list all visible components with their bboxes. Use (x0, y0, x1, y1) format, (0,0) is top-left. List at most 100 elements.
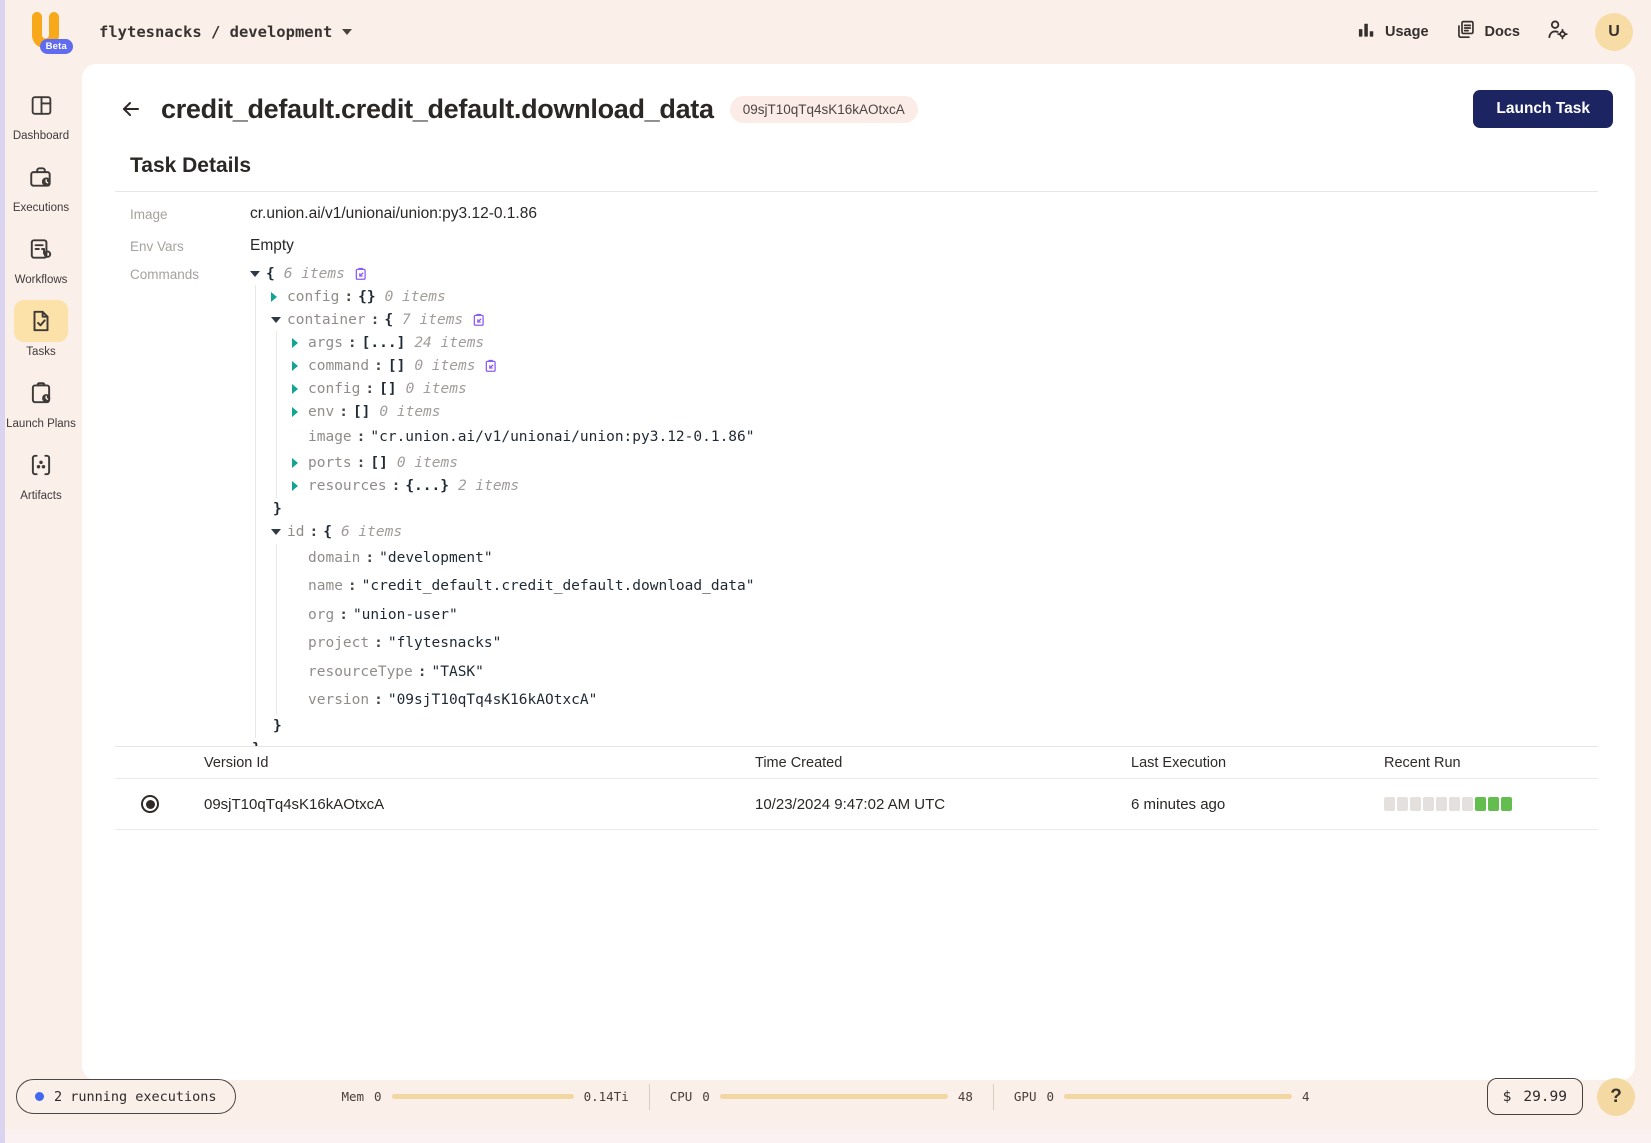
arrow-left-icon (119, 97, 143, 121)
json-value: "union-user" (353, 607, 458, 623)
json-items-count: 7 items (402, 312, 463, 328)
avatar[interactable]: U (1595, 13, 1633, 51)
json-punct: [] (379, 381, 396, 397)
json-punct: { (323, 524, 332, 540)
json-tree-row: name:"credit_default.credit_default.down… (292, 572, 1598, 601)
env-vars-value: Empty (250, 237, 1598, 255)
json-tree-row: id:{6 items (271, 521, 1598, 544)
json-tree-row: org:"union-user" (292, 601, 1598, 630)
json-key: name (308, 578, 343, 594)
copy-icon[interactable] (484, 359, 498, 373)
toggle-expanded-icon[interactable] (271, 317, 287, 323)
toggle-collapsed-icon[interactable] (292, 407, 308, 417)
json-tree-row: config:{}0 items (271, 285, 1598, 308)
user-settings-button[interactable] (1546, 18, 1569, 46)
json-items-count: 0 items (397, 455, 458, 471)
meter-gpu: GPU04 (1014, 1089, 1310, 1104)
sidebar-item-label: Executions (13, 202, 69, 215)
usage-link[interactable]: Usage (1356, 20, 1429, 45)
docs-link[interactable]: Docs (1455, 19, 1520, 45)
meter-separator (649, 1084, 650, 1110)
json-punct: { (266, 266, 275, 282)
json-key: args (308, 335, 343, 351)
cost-button[interactable]: $ 29.99 (1487, 1078, 1583, 1115)
json-punct: {...} (405, 478, 449, 494)
copy-icon[interactable] (354, 267, 368, 281)
json-key: project (308, 635, 369, 651)
main-panel: credit_default.credit_default.download_d… (82, 64, 1635, 1080)
sidebar-item-tasks[interactable]: Tasks (3, 300, 79, 359)
docs-label: Docs (1485, 24, 1520, 40)
json-punct: [] (370, 455, 387, 471)
sidebar-item-executions[interactable]: Executions (3, 156, 79, 215)
meter-cpu: CPU048 (670, 1089, 973, 1104)
back-button[interactable] (117, 95, 145, 123)
run-status-success[interactable] (1488, 797, 1499, 811)
run-status-success[interactable] (1501, 797, 1512, 811)
run-status-idle[interactable] (1410, 797, 1421, 811)
json-key: command (308, 358, 369, 374)
meter-min: 0 (1046, 1089, 1054, 1104)
json-key: image (308, 429, 352, 445)
last-execution-cell: 6 minutes ago (1131, 796, 1384, 813)
project-domain-selector[interactable]: flytesnacks / development (99, 23, 352, 41)
union-logo[interactable]: Beta (25, 11, 65, 53)
meter-name: CPU (670, 1089, 693, 1104)
usage-icon (1356, 20, 1376, 45)
sidebar-item-launch-plans[interactable]: Launch Plans (3, 372, 79, 431)
run-status-idle[interactable] (1423, 797, 1434, 811)
running-dot-icon (35, 1092, 44, 1101)
run-status-idle[interactable] (1462, 797, 1473, 811)
beta-badge: Beta (40, 39, 73, 54)
sidebar-item-dashboard[interactable]: Dashboard (3, 84, 79, 143)
sidebar-item-label: Launch Plans (6, 418, 76, 431)
run-status-idle[interactable] (1384, 797, 1395, 811)
column-header-last-execution: Last Execution (1131, 755, 1384, 771)
json-key: org (308, 607, 334, 623)
json-scope: config:{}0 itemscontainer:{7 itemsargs:[… (255, 285, 1598, 738)
json-items-count: 6 items (284, 266, 345, 282)
version-radio-selected[interactable] (141, 795, 159, 813)
json-tree-row: ports:[]0 items (292, 452, 1598, 475)
run-status-idle[interactable] (1397, 797, 1408, 811)
time-created-cell: 10/23/2024 9:47:02 AM UTC (755, 796, 1131, 813)
usage-label: Usage (1385, 24, 1429, 40)
json-tree-row: domain:"development" (292, 544, 1598, 573)
meter-name: GPU (1014, 1089, 1037, 1104)
meter-name: Mem (341, 1089, 364, 1104)
toggle-expanded-icon[interactable] (271, 529, 287, 535)
breadcrumb: flytesnacks / development (99, 23, 332, 41)
json-close-row: } (271, 715, 1598, 738)
sidebar-item-workflows[interactable]: Workflows (3, 228, 79, 287)
running-executions-pill[interactable]: 2 running executions (16, 1079, 236, 1114)
json-punct: [...] (362, 335, 406, 351)
currency-symbol: $ (1503, 1089, 1512, 1105)
launch-task-button[interactable]: Launch Task (1473, 90, 1613, 128)
table-row[interactable]: 09sjT10qTq4sK16kAOtxcA10/23/2024 9:47:02… (115, 779, 1598, 830)
section-divider (115, 191, 1598, 192)
json-key: container (287, 312, 366, 328)
meter-bar (392, 1094, 574, 1099)
run-status-idle[interactable] (1436, 797, 1447, 811)
toggle-collapsed-icon[interactable] (292, 384, 308, 394)
json-key: ports (308, 455, 352, 471)
sidebar-item-artifacts[interactable]: Artifacts (3, 444, 79, 503)
image-label: Image (130, 207, 250, 222)
sidebar-item-label: Tasks (26, 346, 55, 359)
json-tree-row: env:[]0 items (292, 400, 1598, 423)
run-status-idle[interactable] (1449, 797, 1460, 811)
toggle-collapsed-icon[interactable] (271, 292, 287, 302)
column-header-recent-run: Recent Run (1384, 755, 1598, 771)
copy-icon[interactable] (472, 313, 486, 327)
toggle-collapsed-icon[interactable] (292, 361, 308, 371)
help-button[interactable]: ? (1597, 1078, 1635, 1116)
toggle-collapsed-icon[interactable] (292, 481, 308, 491)
commands-label: Commands (130, 262, 250, 282)
toggle-collapsed-icon[interactable] (292, 458, 308, 468)
json-items-count: 2 items (458, 478, 519, 494)
chevron-down-icon (342, 29, 352, 35)
toggle-collapsed-icon[interactable] (292, 338, 308, 348)
run-status-success[interactable] (1475, 797, 1486, 811)
json-punct: { (384, 312, 393, 328)
toggle-expanded-icon[interactable] (250, 271, 266, 277)
